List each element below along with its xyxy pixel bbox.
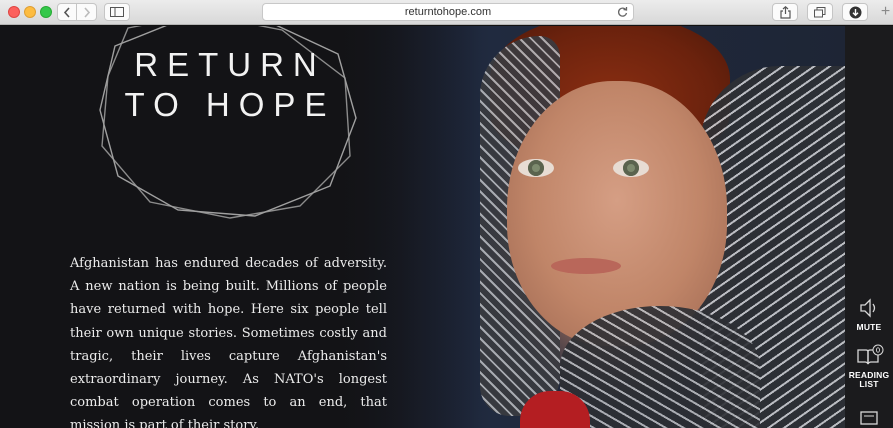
reading-list-button[interactable]: 0 READING LIST [845,344,893,389]
tabs-icon [814,6,826,17]
side-rail: MUTE 0 READING LIST [845,26,893,428]
new-tab-button[interactable]: + [878,3,893,21]
forward-button[interactable] [77,3,97,21]
downloads-button[interactable] [842,3,868,21]
reading-list-label-2: LIST [859,379,879,389]
address-bar[interactable]: returntohope.com [262,3,634,21]
browser-toolbar: returntohope.com + [0,0,893,25]
back-arrow-icon [63,6,70,18]
page-viewport: RETURN TO HOPE Afghanistan has endured d… [0,26,893,428]
mute-label: MUTE [856,322,882,332]
photo-lips [551,258,621,274]
intro-paragraph: Afghanistan has endured decades of adver… [70,256,387,428]
window-maximize-button[interactable] [40,6,52,18]
download-icon [849,6,861,18]
share-icon [779,5,791,19]
photo-scarf-bottom [560,306,760,428]
back-button[interactable] [57,3,77,21]
photo-eye-left [518,159,554,177]
logo-text-line-2: TO HOPE [124,86,336,123]
window-close-button[interactable] [8,6,20,18]
photo-face [507,81,727,346]
mute-button[interactable]: MUTE [845,298,893,332]
document-icon [860,411,878,425]
book-icon: 0 [857,344,884,365]
sidebar-toggle-button[interactable] [104,3,130,21]
rail-next-button[interactable] [845,411,893,428]
address-url: returntohope.com [404,6,492,18]
reload-icon[interactable] [617,6,628,18]
reading-list-count: 0 [876,347,880,355]
sidebar-icon [110,7,124,17]
window-minimize-button[interactable] [24,6,36,18]
photo-eye-right [613,159,649,177]
speaker-icon [860,298,876,318]
forward-arrow-icon [83,6,90,18]
share-button[interactable] [772,3,798,21]
show-tabs-button[interactable] [807,3,833,21]
logo-text-line-1: RETURN [134,46,326,83]
